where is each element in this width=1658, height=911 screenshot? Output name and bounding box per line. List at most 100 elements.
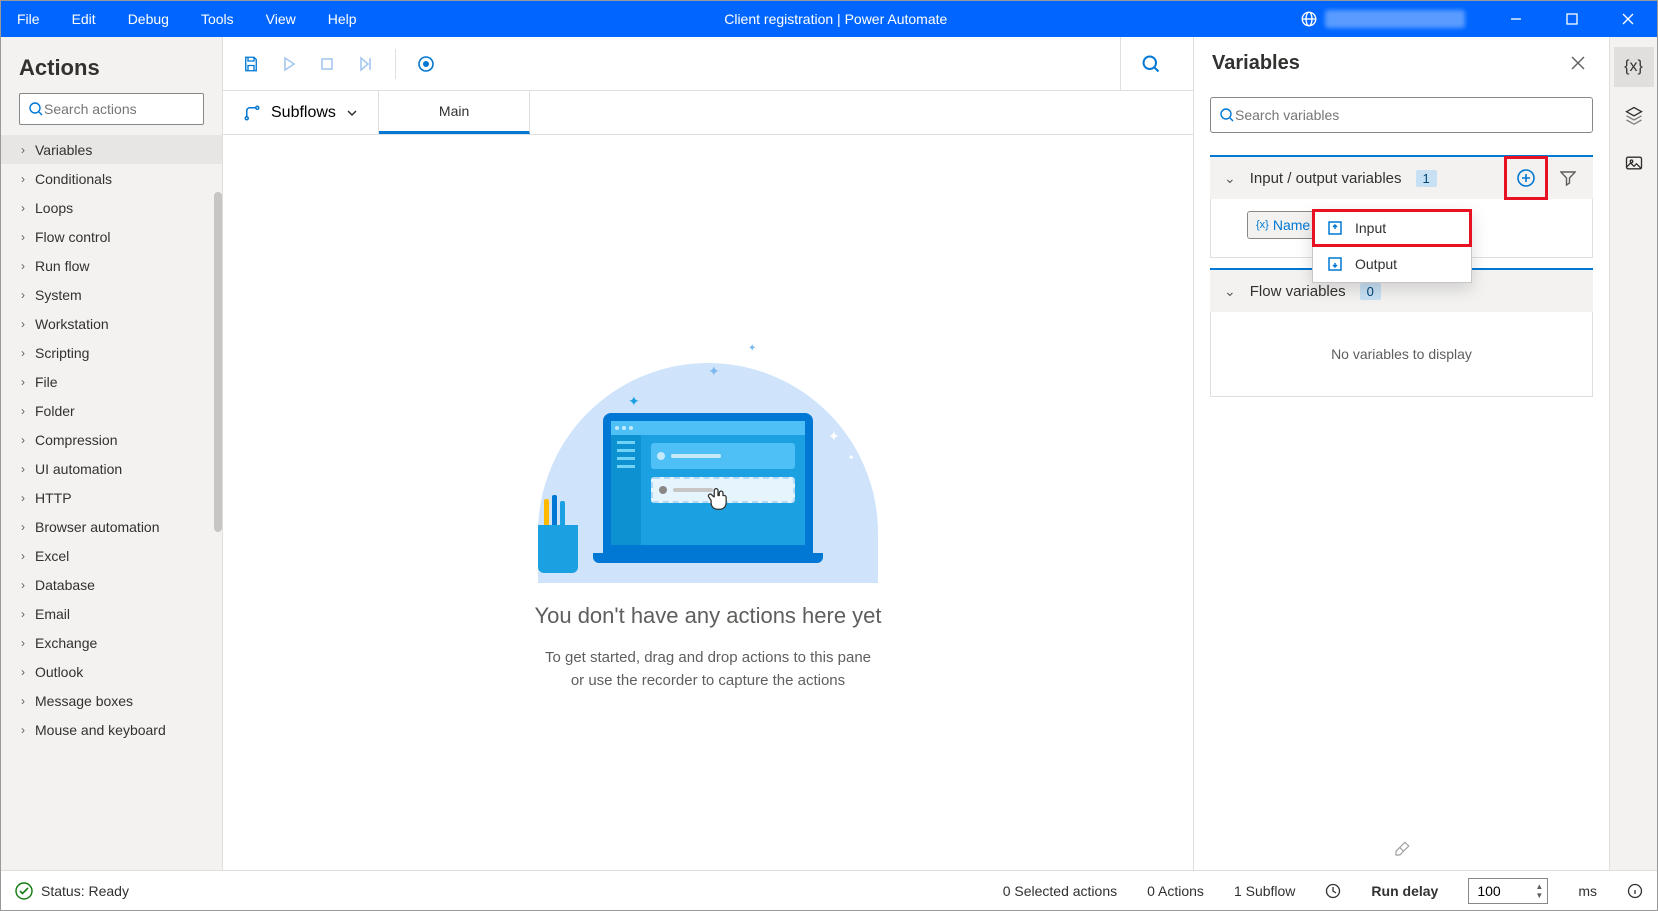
scrollbar[interactable] [214, 192, 222, 532]
category-item[interactable]: ›Outlook [1, 657, 222, 686]
step-button[interactable] [349, 48, 381, 80]
rail-variables[interactable]: {x} [1614, 47, 1654, 87]
category-item[interactable]: ›Folder [1, 396, 222, 425]
menu-tools[interactable]: Tools [185, 1, 250, 37]
actions-search[interactable] [19, 93, 204, 125]
run-button[interactable] [273, 48, 305, 80]
io-variables-header[interactable]: ⌄ Input / output variables 1 [1210, 157, 1593, 199]
clock-icon [1325, 883, 1341, 899]
menu-help[interactable]: Help [312, 1, 373, 37]
menu-item-label: Input [1355, 220, 1386, 236]
variable-icon: {x} [1256, 219, 1269, 231]
menu-item-output[interactable]: Output [1313, 246, 1471, 282]
run-delay-input[interactable]: ▲▼ [1468, 878, 1548, 904]
flow-variables-section: ⌄ Flow variables 0 No variables to displ… [1210, 268, 1593, 397]
menu-edit[interactable]: Edit [56, 1, 112, 37]
recorder-button[interactable] [410, 48, 442, 80]
status-actions: 0 Actions [1147, 883, 1204, 899]
category-item[interactable]: ›Workstation [1, 309, 222, 338]
category-item[interactable]: ›System [1, 280, 222, 309]
category-item[interactable]: ›Loops [1, 193, 222, 222]
chevron-right-icon: › [21, 143, 25, 157]
flow-variables-count: 0 [1360, 283, 1381, 300]
environment-name-redacted [1325, 10, 1465, 28]
menu-file[interactable]: File [1, 1, 56, 37]
chevron-down-icon: ⌄ [1224, 283, 1236, 300]
tab-bar: Subflows Main [223, 91, 1193, 135]
category-item[interactable]: ›File [1, 367, 222, 396]
search-icon [1219, 107, 1235, 123]
rail-images[interactable] [1614, 143, 1654, 183]
ms-label: ms [1578, 883, 1597, 899]
category-item[interactable]: ›Conditionals [1, 164, 222, 193]
run-delay-value[interactable] [1477, 883, 1517, 899]
tab-main[interactable]: Main [379, 91, 530, 134]
category-item[interactable]: ›Compression [1, 425, 222, 454]
menu-item-input[interactable]: Input [1313, 210, 1471, 246]
flow-variables-title: Flow variables [1250, 283, 1346, 300]
io-variables-title: Input / output variables [1250, 170, 1402, 187]
category-item[interactable]: ›Mouse and keyboard [1, 715, 222, 744]
designer-canvas[interactable]: ✦ ✦ ✦ ✦ ✦ [223, 135, 1193, 870]
add-variable-button[interactable] [1505, 157, 1547, 199]
category-item[interactable]: ›Browser automation [1, 512, 222, 541]
add-variable-menu: Input Output [1312, 209, 1472, 283]
actions-panel: Actions ›Variables ›Conditionals ›Loops … [1, 37, 223, 870]
category-item[interactable]: ›Email [1, 599, 222, 628]
subflows-dropdown[interactable]: Subflows [223, 91, 379, 134]
designer-center: Subflows Main ✦ ✦ ✦ ✦ ✦ [223, 37, 1193, 870]
subflows-label: Subflows [271, 104, 336, 122]
menu-bar: File Edit Debug Tools View Help [1, 1, 373, 37]
category-item[interactable]: ›Scripting [1, 338, 222, 367]
category-item[interactable]: ›Message boxes [1, 686, 222, 715]
minimize-button[interactable] [1491, 1, 1541, 37]
stepper-icon[interactable]: ▲▼ [1535, 882, 1543, 900]
category-item[interactable]: ›Exchange [1, 628, 222, 657]
info-icon[interactable] [1627, 883, 1643, 899]
empty-illustration: ✦ ✦ ✦ ✦ ✦ [528, 313, 888, 583]
close-panel-button[interactable] [1565, 50, 1591, 76]
actions-categories[interactable]: ›Variables ›Conditionals ›Loops ›Flow co… [1, 135, 222, 870]
category-variables[interactable]: ›Variables [1, 135, 222, 164]
variables-search[interactable] [1210, 97, 1593, 133]
run-delay-label: Run delay [1371, 883, 1438, 899]
category-item[interactable]: ›Excel [1, 541, 222, 570]
category-item[interactable]: ›Flow control [1, 222, 222, 251]
empty-subtitle: To get started, drag and drop actions to… [545, 647, 871, 692]
category-item[interactable]: ›UI automation [1, 454, 222, 483]
variable-name: Name [1273, 217, 1310, 233]
window-title: Client registration | Power Automate [373, 11, 1299, 27]
chevron-down-icon: ⌄ [1224, 170, 1236, 187]
chevron-down-icon [346, 107, 358, 119]
close-button[interactable] [1603, 1, 1653, 37]
status-ok-icon [15, 882, 33, 900]
menu-debug[interactable]: Debug [112, 1, 185, 37]
status-subflows: 1 Subflow [1234, 883, 1295, 899]
toolbar-search[interactable] [1120, 37, 1181, 90]
status-bar: Status: Ready 0 Selected actions 0 Actio… [1, 870, 1657, 910]
search-icon [28, 101, 44, 117]
category-item[interactable]: ›Database [1, 570, 222, 599]
category-item[interactable]: ›HTTP [1, 483, 222, 512]
output-icon [1327, 256, 1343, 272]
variables-search-input[interactable] [1235, 107, 1584, 123]
actions-search-input[interactable] [44, 101, 225, 117]
category-item[interactable]: ›Run flow [1, 251, 222, 280]
status-selected: 0 Selected actions [1003, 883, 1117, 899]
save-button[interactable] [235, 48, 267, 80]
variables-panel: Variables ⌄ Input / output variables 1 [1193, 37, 1609, 870]
subflows-icon [243, 104, 261, 122]
environment-icon[interactable] [1299, 9, 1319, 29]
stop-button[interactable] [311, 48, 343, 80]
flow-variables-empty: No variables to display [1210, 312, 1593, 397]
status-text: Status: Ready [41, 883, 129, 899]
variables-header: Variables [1212, 52, 1300, 75]
input-icon [1327, 220, 1343, 236]
clear-button[interactable] [1393, 840, 1411, 858]
menu-view[interactable]: View [250, 1, 312, 37]
right-rail: {x} [1609, 37, 1657, 870]
rail-ui-elements[interactable] [1614, 95, 1654, 135]
filter-button[interactable] [1547, 157, 1589, 199]
maximize-button[interactable] [1547, 1, 1597, 37]
toolbar [223, 37, 1193, 91]
